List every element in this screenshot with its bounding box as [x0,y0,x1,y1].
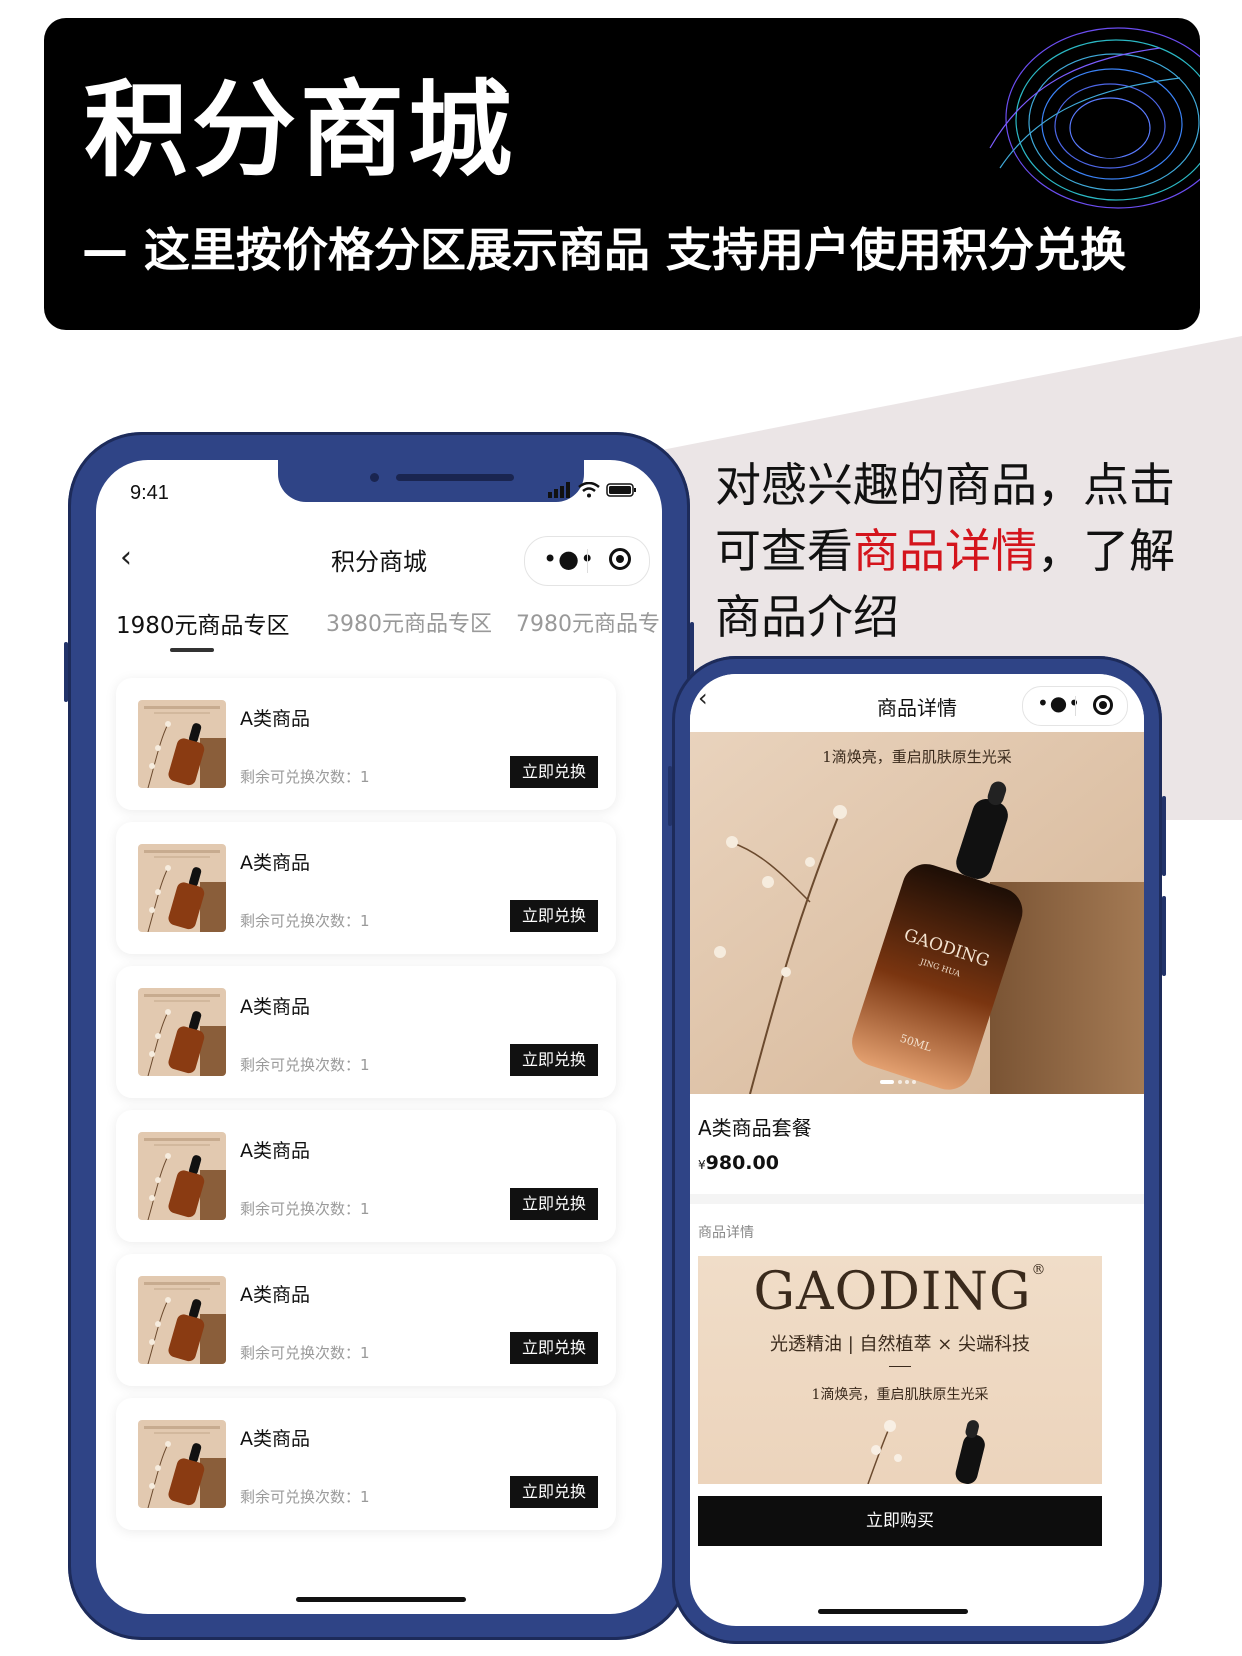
feature-caption: 对感兴趣的商品，点击可查看商品详情，了解商品介绍 [715,452,1175,650]
tab-7980[interactable]: 7980元商品专区 [516,606,662,638]
product-title: A类商品 [240,1140,310,1162]
nav-bar: ‹ 积分商城 •●• [96,530,662,590]
product-list: A类商品 剩余可兑换次数：1 立即兑换 A类商品 剩余可兑换次数：1 立即兑换 [116,678,616,1542]
tab-indicator [170,648,214,652]
product-thumbnail [138,700,226,788]
side-button [1162,796,1166,876]
product-price: ¥980.00 [698,1152,779,1174]
buy-now-button[interactable]: 立即购买 [698,1496,1102,1546]
phone-detail-frame: ‹ 商品详情 •●• GAODING JING HUA 50ML 1滴焕亮，重启… [668,656,1166,1644]
tab-1980[interactable]: 1980元商品专区 [116,606,290,640]
phone-list-screen: 9:41 ‹ 积分商城 •●• 1980元商品专区 3980元商品专区 7980… [96,460,662,1614]
side-button [668,766,672,826]
section-divider [690,1194,1144,1204]
detail-banner-image: GAODING® 光透精油 | 自然植萃 × 尖端科技 1滴焕亮，重启肌肤原生光… [698,1256,1102,1484]
product-title: A类商品 [240,1428,310,1450]
miniprogram-capsule: •●• [524,536,650,586]
home-indicator [818,1609,968,1614]
redeem-button[interactable]: 立即兑换 [510,756,598,788]
banner-subtitle: — 这里按价格分区展示商品 支持用户使用积分兑换 [82,223,1127,277]
registered-mark: ® [1031,1262,1047,1278]
product-card[interactable]: A类商品 剩余可兑换次数：1 立即兑换 [116,822,616,954]
home-indicator [296,1597,466,1602]
product-thumbnail [138,1132,226,1220]
product-hero-image[interactable]: GAODING JING HUA 50ML 1滴焕亮，重启肌肤原生光采 [690,732,1144,1094]
redeem-count: 剩余可兑换次数：1 [240,1056,370,1074]
product-title: A类商品 [240,852,310,874]
side-button [64,642,68,702]
bottle-preview-image [867,1420,985,1484]
serum-bottle-image: GAODING JING HUA 50ML [690,732,1144,1094]
status-icons [548,482,638,498]
wave-art-icon [989,27,1200,209]
redeem-count: 剩余可兑换次数：1 [240,912,370,930]
product-card[interactable]: A类商品 剩余可兑换次数：1 立即兑换 [116,966,616,1098]
product-name: A类商品套餐 [698,1116,812,1140]
tagline-rule [889,1366,911,1367]
close-target-icon[interactable] [609,548,631,570]
miniprogram-capsule: •●• [1022,686,1128,726]
redeem-button[interactable]: 立即兑换 [510,1044,598,1076]
phone-list-frame: 9:41 ‹ 积分商城 •●• 1980元商品专区 3980元商品专区 7980… [64,432,694,1640]
battery-icon [606,483,636,497]
brand-slogan: 1滴焕亮，重启肌肤原生光采 [811,1387,989,1403]
redeem-button[interactable]: 立即兑换 [510,900,598,932]
redeem-button[interactable]: 立即兑换 [510,1332,598,1364]
redeem-count: 剩余可兑换次数：1 [240,1488,370,1506]
product-card[interactable]: A类商品 剩余可兑换次数：1 立即兑换 [116,678,616,810]
nav-bar: ‹ 商品详情 •●• [690,674,1144,732]
product-card[interactable]: A类商品 剩余可兑换次数：1 立即兑换 [116,1254,616,1386]
redeem-count: 剩余可兑换次数：1 [240,1200,370,1218]
detail-section-label: 商品详情 [698,1225,754,1241]
price-value: 980.00 [705,1152,779,1174]
phone-detail-screen: ‹ 商品详情 •●• GAODING JING HUA 50ML 1滴焕亮，重启… [690,674,1144,1626]
redeem-button[interactable]: 立即兑换 [510,1476,598,1508]
product-thumbnail [138,1276,226,1364]
header-banner: 积分商城 — 这里按价格分区展示商品 支持用户使用积分兑换 [44,18,1200,330]
status-time: 9:41 [130,482,169,504]
side-button [1162,896,1166,976]
close-target-icon[interactable] [1093,695,1113,715]
redeem-button[interactable]: 立即兑换 [510,1188,598,1220]
redeem-count: 剩余可兑换次数：1 [240,1344,370,1362]
caption-highlight: 商品详情 [853,524,1037,578]
product-card[interactable]: A类商品 剩余可兑换次数：1 立即兑换 [116,1398,616,1530]
product-title: A类商品 [240,708,310,730]
product-title: A类商品 [240,1284,310,1306]
product-card[interactable]: A类商品 剩余可兑换次数：1 立即兑换 [116,1110,616,1242]
redeem-count: 剩余可兑换次数：1 [240,768,370,786]
product-thumbnail [138,988,226,1076]
product-thumbnail [138,844,226,932]
banner-title: 积分商城 [84,69,517,191]
wifi-icon [578,482,600,498]
brand-tagline: 光透精油 | 自然植萃 × 尖端科技 [769,1334,1031,1355]
currency-symbol: ¥ [698,1158,706,1172]
brand-logo: GAODING® [698,1262,1102,1322]
signal-icon [548,482,570,498]
tab-3980[interactable]: 3980元商品专区 [326,606,492,638]
brand-name: GAODING [753,1262,1032,1322]
price-tabs: 1980元商品专区 3980元商品专区 7980元商品专区 [96,606,662,656]
notch [278,460,584,502]
hero-caption: 1滴焕亮，重启肌肤原生光采 [822,748,1012,766]
product-thumbnail [138,1420,226,1508]
product-title: A类商品 [240,996,310,1018]
